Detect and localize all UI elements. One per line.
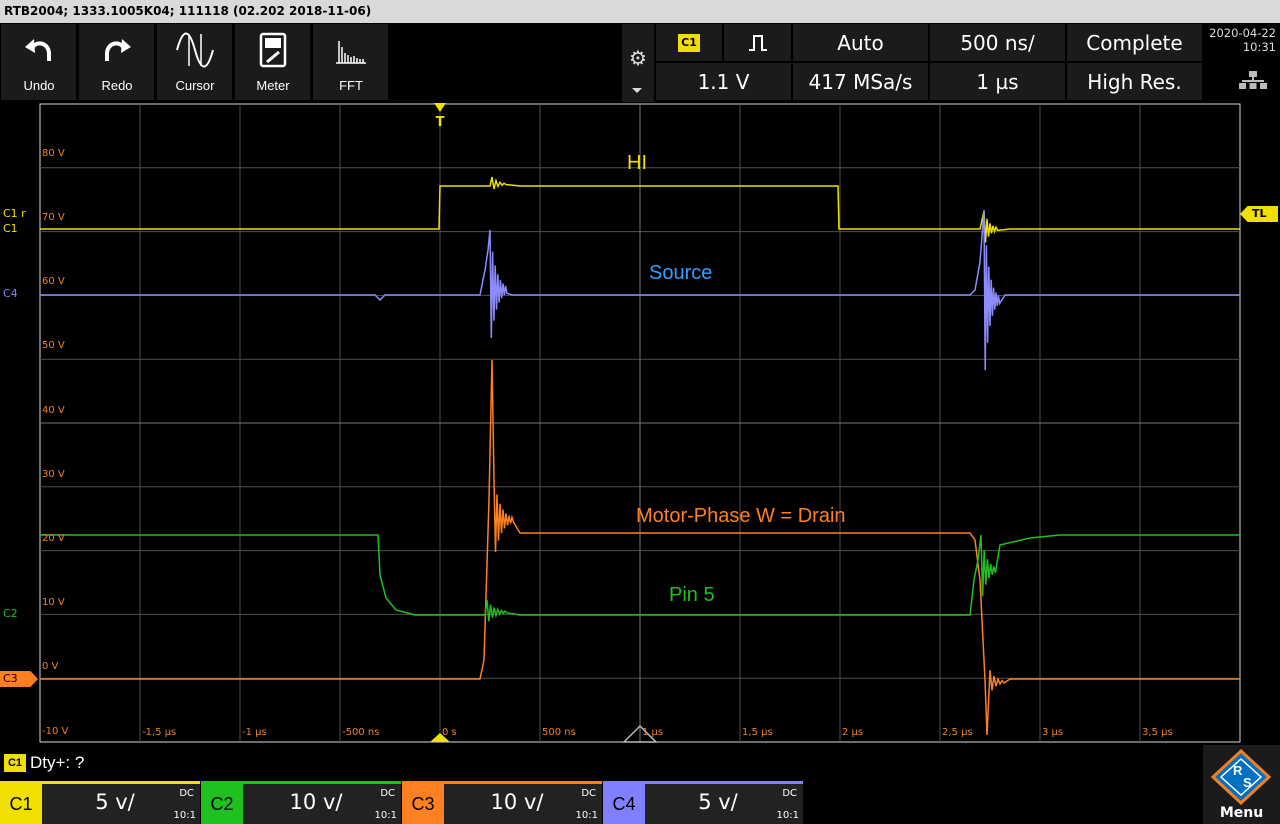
x-label: -1,5 µs	[142, 727, 177, 738]
channel-c2-box[interactable]: C2 10 v/ DC 10:1	[201, 781, 401, 824]
channel-tag: C1	[0, 784, 42, 824]
trigger-level-marker[interactable]: TL	[1240, 206, 1278, 222]
channel-scale: 10 v/	[490, 790, 544, 814]
menu-label: Menu	[1219, 805, 1264, 821]
channel-coupling: DC	[380, 788, 395, 799]
x-label: -1 µs	[242, 727, 267, 738]
c1-offset-marker[interactable]: C1	[0, 221, 38, 237]
measurement-text: Dty+: ?	[30, 753, 85, 772]
trigger-top-arrow	[434, 103, 446, 112]
rs-logo-icon: R S	[1211, 749, 1271, 805]
channel-c3-box[interactable]: C3 10 v/ DC 10:1	[402, 781, 602, 824]
c1-ref-marker[interactable]: C1 r	[0, 206, 38, 222]
channel-scale: 5 v/	[95, 790, 135, 814]
x-label: 0 s	[442, 727, 457, 738]
x-label: 1,5 µs	[742, 727, 773, 738]
channel-coupling: DC	[179, 788, 194, 799]
c4-offset-marker[interactable]: C4	[0, 286, 38, 302]
x-label: 2 µs	[842, 727, 864, 738]
annotation-hi: HI	[627, 152, 647, 174]
channel-scale: 5 v/	[698, 790, 738, 814]
y-label-40: 40 V	[42, 405, 65, 416]
c2-offset-marker[interactable]: C2	[0, 606, 38, 622]
waveform-display[interactable]	[0, 0, 1280, 824]
menu-button[interactable]: R S Menu	[1203, 745, 1280, 824]
x-label: 3 µs	[1042, 727, 1064, 738]
y-label-80: 80 V	[42, 148, 65, 159]
channel-c4-box[interactable]: C4 5 v/ DC 10:1	[603, 781, 803, 824]
y-label-30: 30 V	[42, 469, 65, 480]
measurement-source-badge: C1	[4, 754, 26, 772]
c3-offset-marker[interactable]: C3	[0, 671, 38, 687]
y-label-neg10: -10 V	[42, 726, 69, 737]
svg-text:R: R	[1233, 763, 1243, 778]
channel-tag: C2	[201, 784, 243, 824]
channel-coupling: DC	[581, 788, 596, 799]
y-label-10: 10 V	[42, 597, 65, 608]
annotation-source: Source	[649, 262, 713, 284]
y-label-0: 0 V	[42, 661, 59, 672]
x-label: 1 µs	[642, 727, 664, 738]
y-label-20: 20 V	[42, 533, 65, 544]
x-label: 3,5 µs	[1142, 727, 1173, 738]
y-label-60: 60 V	[42, 276, 65, 287]
channel-tag: C4	[603, 784, 645, 824]
annotation-motor-phase: Motor-Phase W = Drain	[636, 505, 846, 527]
channel-c1-box[interactable]: C1 5 v/ DC 10:1	[0, 781, 200, 824]
channel-coupling: DC	[782, 788, 797, 799]
channel-probe: 10:1	[776, 810, 799, 821]
channel-probe: 10:1	[173, 810, 196, 821]
measurement-readout[interactable]: C1 Dty+: ?	[4, 750, 84, 776]
annotation-pin5: Pin 5	[669, 584, 715, 606]
y-label-70: 70 V	[42, 212, 65, 223]
channel-probe: 10:1	[374, 810, 397, 821]
y-label-50: 50 V	[42, 340, 65, 351]
svg-text:S: S	[1243, 775, 1252, 790]
trigger-time-marker[interactable]: T	[433, 115, 447, 131]
x-label: 500 ns	[542, 727, 576, 738]
channel-probe: 10:1	[575, 810, 598, 821]
x-label: 2,5 µs	[942, 727, 973, 738]
channel-tag: C3	[402, 784, 444, 824]
x-label: -500 ns	[342, 727, 380, 738]
channel-scale: 10 v/	[289, 790, 343, 814]
